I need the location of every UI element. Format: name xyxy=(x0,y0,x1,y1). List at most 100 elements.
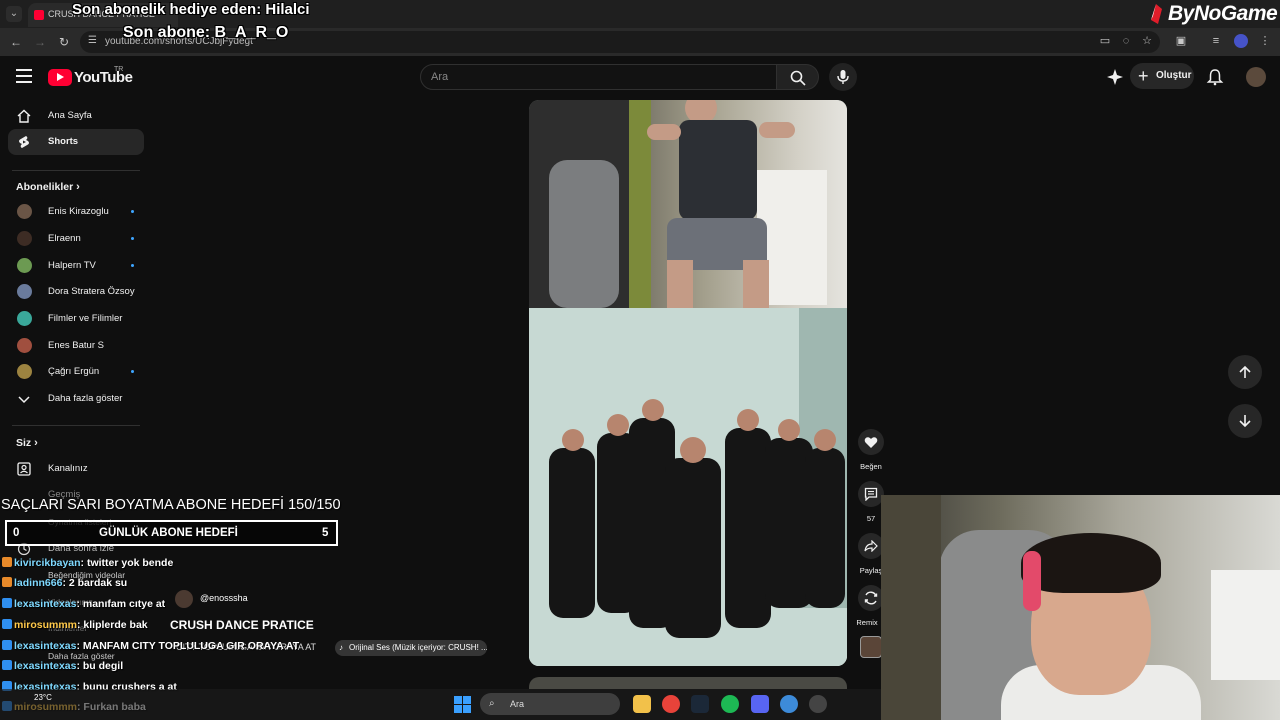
arrow-down-icon xyxy=(1239,415,1251,428)
daily-sub-goal-bar: 0 GÜNLÜK ABONE HEDEFİ 5 xyxy=(5,520,338,546)
chat-badge-icon xyxy=(2,660,12,670)
channel-icon xyxy=(17,462,31,476)
home-icon xyxy=(17,109,31,123)
audio-track-pill[interactable]: ♪ Orijinal Ses (Müzik içeriyor: CRUSH! .… xyxy=(335,640,487,656)
webcam-hair xyxy=(1021,533,1161,593)
chat-username: ladinn666 xyxy=(14,577,63,589)
sound-thumbnail[interactable] xyxy=(860,636,882,658)
profile-icon[interactable] xyxy=(1234,34,1248,48)
heart-icon xyxy=(864,437,878,448)
tab-search-icon[interactable]: ⌄ xyxy=(6,6,22,22)
youtube-favicon-icon xyxy=(34,10,44,20)
like-button[interactable] xyxy=(858,429,884,455)
spotify-icon[interactable] xyxy=(721,695,739,713)
site-info-icon[interactable]: ☰ xyxy=(88,35,100,47)
goal-min: 0 xyxy=(13,527,20,539)
subscriptions-heading[interactable]: Abonelikler › xyxy=(16,181,80,193)
discord-icon[interactable] xyxy=(751,695,769,713)
shorts-video-player[interactable] xyxy=(529,100,847,666)
like-label: Beğen xyxy=(860,462,882,471)
bookmark-star-icon[interactable]: ☆ xyxy=(1140,34,1154,48)
sidebar-divider xyxy=(12,425,140,426)
chrome-icon[interactable] xyxy=(662,695,680,713)
channel-avatar xyxy=(17,338,32,353)
youtube-logo[interactable]: YouTube TR xyxy=(48,66,133,86)
microphone-icon xyxy=(837,70,849,84)
extensions-icon[interactable]: ▣ xyxy=(1174,34,1188,48)
sidebar-item-subscription[interactable]: Çağrı Ergün xyxy=(8,359,144,385)
chat-username: lexasintexas xyxy=(14,598,77,610)
show-more-label: Daha fazla göster xyxy=(48,393,123,404)
chat-text: : twitter yok bende xyxy=(80,557,174,569)
forward-icon[interactable]: → xyxy=(32,34,48,50)
media-icon[interactable]: ≡ xyxy=(1209,34,1223,48)
webcam-cabinet xyxy=(1211,570,1280,680)
subscription-label: Filmler ve Filimler xyxy=(48,313,123,324)
create-button[interactable]: + Oluştur xyxy=(1130,63,1194,89)
you-heading[interactable]: Siz › xyxy=(16,437,38,449)
search-input[interactable] xyxy=(421,65,776,89)
goal-label: GÜNLÜK ABONE HEDEFİ xyxy=(99,527,238,539)
sidebar-show-more[interactable]: Daha fazla göster xyxy=(8,386,144,412)
last-sub-overlay: Son abone: B_A_R_O xyxy=(123,24,289,41)
chat-badge-icon xyxy=(2,640,12,650)
webcam-shelf xyxy=(881,495,941,720)
channel-avatar[interactable] xyxy=(175,590,193,608)
share-icon xyxy=(864,540,878,552)
sidebar-item-channel[interactable]: Kanalınız xyxy=(8,456,144,482)
eye-off-icon[interactable]: ◌ xyxy=(1119,34,1133,48)
next-short-preview[interactable] xyxy=(529,677,847,689)
chat-text: : manıfam cıtye at xyxy=(76,598,166,610)
remix-label: Remix xyxy=(856,618,878,627)
voice-search-button[interactable] xyxy=(829,63,857,91)
chrome-beta-icon[interactable] xyxy=(780,695,798,713)
windows-taskbar: ⌕ Ara xyxy=(0,689,881,720)
menu-dots-icon[interactable]: ⋮ xyxy=(1258,34,1272,48)
sidebar-item-shorts[interactable]: Shorts xyxy=(8,129,144,155)
taskbar-search[interactable]: ⌕ Ara xyxy=(480,693,620,715)
channel-avatar xyxy=(17,204,32,219)
bell-icon[interactable] xyxy=(1206,68,1224,86)
chat-badge-icon xyxy=(2,577,12,587)
search-button[interactable] xyxy=(777,64,819,90)
file-explorer-icon[interactable] xyxy=(633,695,651,713)
logo-text: YouTube xyxy=(74,68,133,86)
windows-start-icon[interactable] xyxy=(454,696,471,713)
youtube-play-icon xyxy=(48,68,72,86)
reload-icon[interactable]: ↻ xyxy=(56,34,72,50)
create-label: Oluştur xyxy=(1156,70,1192,81)
chat-message: lexasintexas: MANFAM CITY TOPLULUGA GIR … xyxy=(2,640,299,652)
previous-short-button[interactable] xyxy=(1228,355,1262,389)
sidebar-item-subscription[interactable]: Enes Batur S xyxy=(8,333,144,359)
account-avatar[interactable] xyxy=(1246,67,1266,87)
back-icon[interactable]: ← xyxy=(8,34,24,50)
bynogame-brand: ByNoGame xyxy=(1168,2,1278,25)
cast-icon[interactable]: ▭ xyxy=(1098,34,1112,48)
obs-icon[interactable] xyxy=(809,695,827,713)
sidebar-item-subscription[interactable]: Elraenn xyxy=(8,226,144,252)
streamer-webcam xyxy=(881,495,1280,720)
chat-text: : kliplerde bak xyxy=(77,619,148,631)
hamburger-menu-icon[interactable] xyxy=(16,69,32,83)
chat-username: lexasintexas xyxy=(14,640,77,652)
subscription-label: Enes Batur S xyxy=(48,340,104,351)
remix-icon xyxy=(864,591,878,605)
search-icon xyxy=(790,70,806,86)
search-box xyxy=(420,64,777,90)
new-content-dot xyxy=(131,264,134,267)
short-channel-name[interactable]: @enosssha xyxy=(200,593,248,603)
sidebar-item-subscription[interactable]: Dora Stratera Özsoy xyxy=(8,279,144,305)
sidebar-item-subscription[interactable]: Halpern TV xyxy=(8,253,144,279)
headphones-icon xyxy=(1023,551,1041,611)
chat-text: : 2 bardak su xyxy=(62,577,128,589)
sidebar-item-label: Kanalınız xyxy=(48,463,88,474)
steam-icon[interactable] xyxy=(691,695,709,713)
channel-avatar xyxy=(17,311,32,326)
subscription-label: Halpern TV xyxy=(48,260,96,271)
sparkle-shorts-icon[interactable] xyxy=(1106,68,1124,86)
sidebar-item-subscription[interactable]: Filmler ve Filimler xyxy=(8,306,144,332)
sidebar-item-home[interactable]: Ana Sayfa xyxy=(8,103,144,129)
sidebar-item-subscription[interactable]: Enis Kirazoglu xyxy=(8,199,144,225)
next-short-button[interactable] xyxy=(1228,404,1262,438)
chat-username: mirosummm xyxy=(14,619,78,631)
